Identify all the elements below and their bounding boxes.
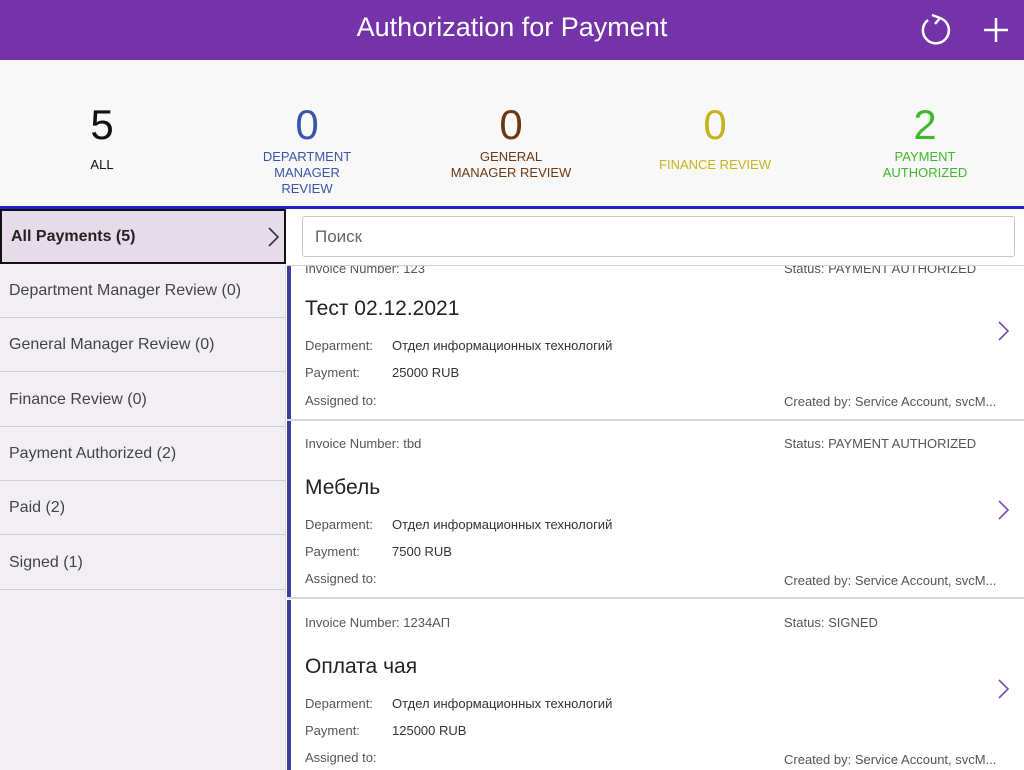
- card-payment-value: 125000 RUB: [392, 723, 467, 738]
- sidebar-item-label: Finance Review (0): [9, 390, 147, 408]
- sidebar-item-general-manager-review[interactable]: General Manager Review (0): [0, 318, 286, 372]
- stat-label: ALL: [90, 157, 114, 172]
- sidebar-item-label: Paid (2): [9, 498, 66, 516]
- card-invoice-number: Invoice Number: tbd: [305, 436, 422, 451]
- sidebar-item-all-payments[interactable]: All Payments (5): [0, 209, 286, 264]
- stat-label: FINANCE REVIEW: [659, 157, 771, 172]
- card-title: Тест 02.12.2021: [305, 297, 460, 320]
- card-title: Мебель: [305, 476, 381, 499]
- app-header: Authorization for Payment: [0, 0, 1024, 60]
- sidebar-item-department-manager-review[interactable]: Department Manager Review (0): [0, 264, 286, 318]
- card-department-label: Deparment:: [305, 696, 373, 711]
- card-accent-bar: [287, 600, 291, 770]
- card-created-by: Created by: Service Account, svcM...: [784, 752, 997, 767]
- card-payment-value: 25000 RUB: [392, 365, 460, 380]
- chevron-right-icon[interactable]: [995, 677, 1011, 701]
- sidebar-item-finance-review[interactable]: Finance Review (0): [0, 373, 286, 427]
- sidebar-item-label: General Manager Review (0): [9, 335, 215, 353]
- sidebar-item-payment-authorized[interactable]: Payment Authorized (2): [0, 427, 286, 481]
- payment-card[interactable]: Invoice Number: 1234АП Status: SIGNED Оп…: [287, 600, 1024, 770]
- sidebar-item-signed[interactable]: Signed (1): [0, 536, 286, 590]
- card-invoice-number: Invoice Number: 123: [305, 265, 425, 276]
- stat-number: 5: [90, 101, 114, 148]
- card-department-value: Отдел информационных технологий: [392, 517, 613, 532]
- sidebar-item-label: All Payments (5): [11, 227, 136, 245]
- stat-number: 0: [499, 101, 523, 148]
- sidebar-item-label: Department Manager Review (0): [9, 281, 242, 299]
- chevron-right-icon: [268, 227, 280, 247]
- stat-number: 2: [913, 101, 937, 148]
- card-invoice-number: Invoice Number: 1234АП: [305, 615, 451, 630]
- card-accent-bar: [287, 421, 291, 597]
- plus-icon[interactable]: [978, 12, 1014, 48]
- payment-card[interactable]: Invoice Number: tbd Status: PAYMENT AUTH…: [287, 421, 1024, 599]
- stat-number: 0: [295, 101, 319, 148]
- card-assigned-label: Assigned to:: [305, 571, 377, 586]
- card-assigned-label: Assigned to:: [305, 750, 377, 765]
- filter-sidebar: All Payments (5) Department Manager Revi…: [0, 209, 286, 770]
- chevron-right-icon[interactable]: [995, 498, 1011, 522]
- stat-department-manager-review[interactable]: 0 DEPARTMENT MANAGER REVIEW: [207, 100, 407, 197]
- stat-number: 0: [703, 101, 727, 148]
- card-department-value: Отдел информационных технологий: [392, 696, 613, 711]
- sidebar-item-paid[interactable]: Paid (2): [0, 481, 286, 535]
- stats-bar: 5 ALL 0 DEPARTMENT MANAGER REVIEW 0 GENE…: [0, 60, 1024, 206]
- stat-general-manager-review[interactable]: 0 GENERAL MANAGER REVIEW: [411, 100, 611, 181]
- card-payment-value: 7500 RUB: [392, 544, 452, 559]
- card-status: Status: PAYMENT AUTHORIZED: [784, 265, 977, 276]
- chevron-right-icon[interactable]: [995, 319, 1011, 343]
- card-payment-label: Payment:: [305, 723, 360, 738]
- card-accent-bar: [287, 266, 291, 419]
- sidebar-item-label: Payment Authorized (2): [9, 444, 177, 462]
- card-created-by: Created by: Service Account, svcM...: [784, 573, 997, 588]
- card-payment-label: Payment:: [305, 365, 360, 380]
- stat-label: GENERAL MANAGER REVIEW: [450, 149, 572, 180]
- page-title: Authorization for Payment: [356, 12, 668, 42]
- stat-all[interactable]: 5 ALL: [2, 100, 202, 173]
- card-status: Status: PAYMENT AUTHORIZED: [784, 436, 977, 451]
- card-department-value: Отдел информационных технологий: [392, 338, 613, 353]
- stat-payment-authorized[interactable]: 2 PAYMENT AUTHORIZED: [825, 100, 1024, 181]
- card-payment-label: Payment:: [305, 544, 360, 559]
- card-assigned-label: Assigned to:: [305, 393, 377, 408]
- stat-label: PAYMENT AUTHORIZED: [882, 149, 968, 180]
- stat-finance-review[interactable]: 0 FINANCE REVIEW: [615, 100, 815, 173]
- card-status: Status: SIGNED: [784, 615, 878, 630]
- card-created-by: Created by: Service Account, svcM...: [784, 394, 997, 409]
- payment-list[interactable]: Invoice Number: 123 Status: PAYMENT AUTH…: [287, 265, 1024, 770]
- sidebar-item-label: Signed (1): [9, 553, 83, 571]
- payment-card[interactable]: Invoice Number: 123 Status: PAYMENT AUTH…: [287, 265, 1024, 421]
- card-department-label: Deparment:: [305, 517, 373, 532]
- refresh-icon[interactable]: [918, 12, 954, 48]
- search-input[interactable]: [302, 216, 1015, 257]
- card-title: Оплата чая: [305, 655, 418, 678]
- stat-label: DEPARTMENT MANAGER REVIEW: [262, 149, 352, 196]
- card-department-label: Deparment:: [305, 338, 373, 353]
